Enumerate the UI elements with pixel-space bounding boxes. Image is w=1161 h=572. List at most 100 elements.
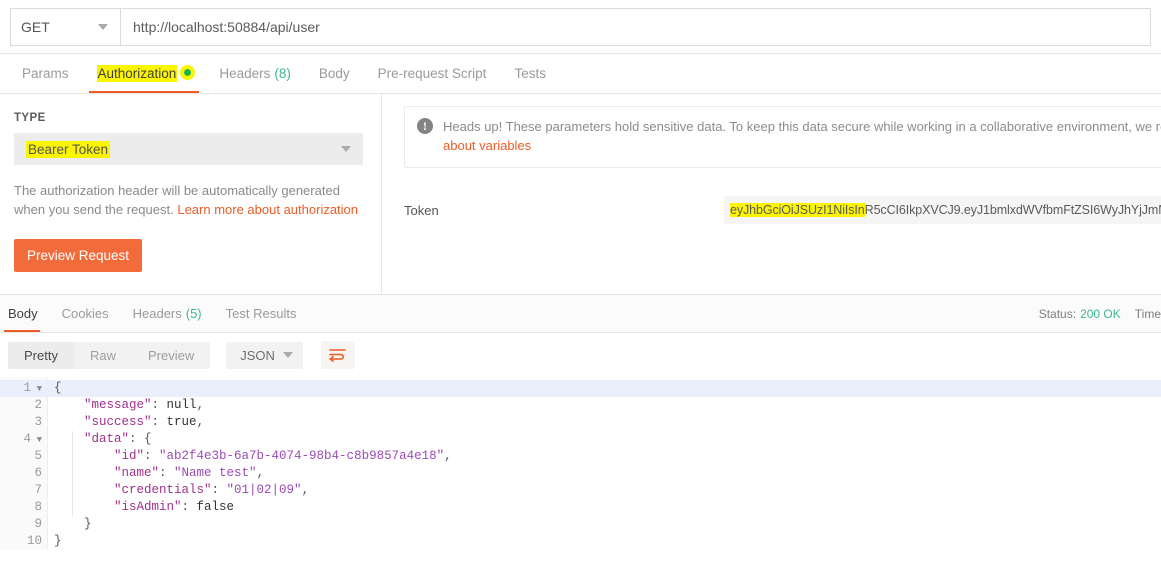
status-value: 200 OK xyxy=(1080,306,1121,321)
response-meta: Status: 200 OK Time xyxy=(1039,295,1161,332)
auth-type-label: TYPE xyxy=(14,112,46,124)
code-line: "message": null, xyxy=(48,397,1161,414)
auth-type-dropdown[interactable]: Bearer Token xyxy=(14,133,363,165)
status-label: Status: xyxy=(1038,306,1077,321)
sensitive-data-notice-text: Heads up! These parameters hold sensitiv… xyxy=(443,117,1161,155)
code-token: "01|02|09" xyxy=(226,483,302,497)
response-tab-label: Test Results xyxy=(225,306,297,321)
code-token: : xyxy=(159,466,175,480)
code-token: , xyxy=(256,466,265,480)
request-tab-label: Tests xyxy=(514,66,546,81)
request-tab-headers[interactable]: Headers (8) xyxy=(205,54,305,93)
line-number: 2 xyxy=(34,398,42,412)
chevron-down-icon xyxy=(98,23,108,30)
code-token: : { xyxy=(129,432,152,446)
wrap-lines-icon xyxy=(329,349,346,362)
line-number: 8 xyxy=(34,500,42,514)
auth-details-column: ! Heads up! These parameters hold sensit… xyxy=(382,94,1161,294)
response-body-viewer[interactable]: 1 ▼ 2 3 4 ▼ 5 6 7 8 9 10 { "message": null, "succes… xyxy=(0,377,1161,550)
code-token: , xyxy=(196,415,205,429)
request-url-bar: GET http://localhost:50884/api/user xyxy=(0,0,1161,54)
request-url-value: http://localhost:50884/api/user xyxy=(133,18,320,35)
code-line: "isAdmin": false xyxy=(48,499,1161,516)
response-tab-label: Headers xyxy=(132,306,182,321)
code-token: : xyxy=(211,483,227,497)
line-number-gutter: 1 ▼ 2 3 4 ▼ 5 6 7 8 9 10 xyxy=(0,377,48,550)
request-tab-tests[interactable]: Tests xyxy=(500,54,560,93)
code-line: } xyxy=(48,516,1161,533)
request-tab-body[interactable]: Body xyxy=(305,54,364,93)
about-variables-link[interactable]: about variables xyxy=(443,138,531,153)
code-line: "credentials": "01|02|09", xyxy=(48,482,1161,499)
request-tab-count: (8) xyxy=(274,66,291,81)
code-token: true xyxy=(166,415,197,429)
auth-description: The authorization header will be automat… xyxy=(14,181,363,219)
fold-toggle-icon[interactable]: ▼ xyxy=(37,432,42,449)
line-number: 10 xyxy=(26,534,42,548)
code-token: : xyxy=(181,500,197,514)
fold-toggle-icon[interactable]: ▼ xyxy=(37,381,42,398)
request-tab-label: Pre-request Script xyxy=(377,66,487,81)
code-token: } xyxy=(54,517,92,531)
preview-request-button[interactable]: Preview Request xyxy=(14,239,143,272)
code-token: } xyxy=(54,534,62,548)
code-token: "message" xyxy=(54,398,152,412)
token-row: Token eyJhbGciOiJSUzI1NiIsIn R5cCI6IkpXVC… xyxy=(404,196,1161,224)
request-tab-params[interactable]: Params xyxy=(8,54,83,93)
response-body-code[interactable]: { "message": null, "success": true, "dat… xyxy=(48,377,1161,550)
auth-type-column: TYPE Bearer Token The authorization head… xyxy=(0,94,382,294)
http-method-select[interactable]: GET xyxy=(10,7,120,46)
request-tab-pre-request-script[interactable]: Pre-request Script xyxy=(364,54,501,93)
request-url-input[interactable]: http://localhost:50884/api/user xyxy=(120,7,1151,46)
token-input[interactable]: eyJhbGciOiJSUzI1NiIsIn R5cCI6IkpXVCJ9.eyJ… xyxy=(724,196,1161,224)
line-number: 5 xyxy=(34,449,42,463)
format-mode-preview[interactable]: Preview xyxy=(132,342,210,369)
code-token: "name" xyxy=(54,466,160,480)
info-icon: ! xyxy=(417,118,433,134)
code-token: : xyxy=(144,449,160,463)
line-number: 7 xyxy=(34,483,42,497)
http-method-value: GET xyxy=(21,18,50,35)
response-tab-headers[interactable]: Headers (5) xyxy=(121,295,214,332)
code-token: { xyxy=(54,381,62,395)
code-line: "name": "Name test", xyxy=(48,465,1161,482)
code-token: , xyxy=(444,449,452,463)
response-tab-test-results[interactable]: Test Results xyxy=(214,295,309,332)
response-tabs-group: Body Cookies Headers (5) Test Results xyxy=(0,295,308,332)
line-number: 4 ▼ xyxy=(0,431,47,448)
format-mode-raw[interactable]: Raw xyxy=(74,342,132,369)
response-format-bar: Pretty Raw Preview JSON xyxy=(0,333,1161,377)
request-tab-label: Headers xyxy=(219,66,271,81)
response-tab-cookies[interactable]: Cookies xyxy=(50,295,121,332)
chevron-down-icon xyxy=(341,146,351,152)
code-line: "data": { xyxy=(48,431,1161,448)
response-language-value: JSON xyxy=(240,347,275,363)
chevron-down-icon xyxy=(282,352,293,358)
line-number: 6 xyxy=(34,466,42,480)
code-token: "data" xyxy=(54,432,130,446)
response-tab-bar: Body Cookies Headers (5) Test Results Status… xyxy=(0,295,1161,333)
code-token: : xyxy=(151,398,167,412)
code-line: "success": true, xyxy=(48,414,1161,431)
sensitive-data-notice: ! Heads up! These parameters hold sensit… xyxy=(404,106,1161,168)
code-token: false xyxy=(196,500,235,514)
wrap-lines-button[interactable] xyxy=(320,341,355,369)
token-value-rest: R5cCI6IkpXVCJ9.eyJ1bmlxdWVfbmFtZSI6WyJhY… xyxy=(864,203,1161,217)
response-tab-count: (5) xyxy=(185,306,202,321)
request-tab-label: Params xyxy=(22,66,69,81)
code-line: } xyxy=(48,533,1161,550)
response-tab-body[interactable]: Body xyxy=(4,295,50,332)
code-token: , xyxy=(196,398,205,412)
response-tab-label: Cookies xyxy=(61,306,109,321)
format-mode-pretty[interactable]: Pretty xyxy=(8,341,74,369)
code-token: "credentials" xyxy=(54,483,212,497)
request-tab-authorization[interactable]: Authorization xyxy=(83,54,206,93)
learn-more-authorization-link[interactable]: Learn more about authorization xyxy=(177,202,358,217)
code-token: "success" xyxy=(54,415,152,429)
response-language-select[interactable]: JSON xyxy=(226,341,303,369)
code-token: "id" xyxy=(54,449,145,463)
token-label: Token xyxy=(404,202,439,218)
line-number: 1 ▼ xyxy=(0,380,47,397)
request-tab-bar: Params Authorization Headers (8) Body Pre-req… xyxy=(0,54,1161,94)
authorization-panel: TYPE Bearer Token The authorization head… xyxy=(0,94,1161,294)
